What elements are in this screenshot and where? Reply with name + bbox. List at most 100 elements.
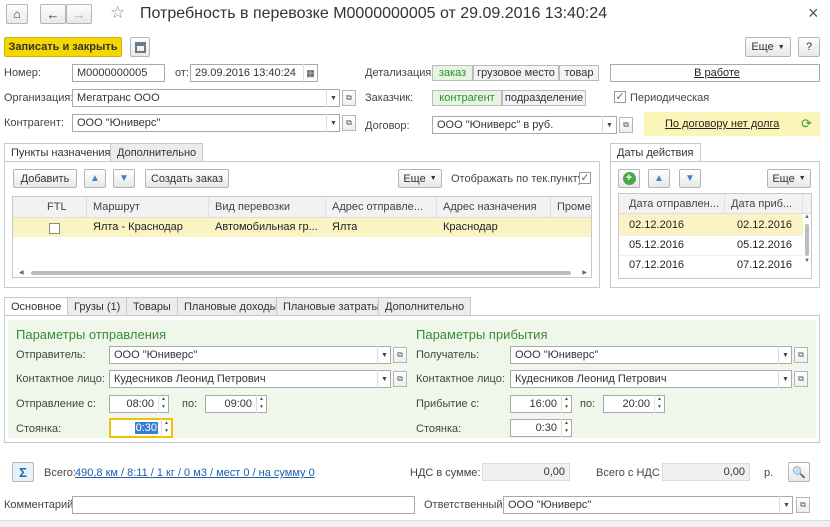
dates-vscrollbar[interactable]: ▲ ▼ <box>803 214 811 278</box>
detail-cargo-place[interactable]: грузовое место <box>473 65 559 81</box>
favorite-star-icon[interactable]: ☆ <box>110 3 125 23</box>
tab-points-extra[interactable]: Дополнительно <box>110 143 204 161</box>
save-button[interactable] <box>130 37 150 57</box>
customer-counterparty[interactable]: контрагент <box>432 90 502 106</box>
responsible-dropdown-icon[interactable]: ▼ <box>779 496 793 514</box>
col-from[interactable]: Адрес отправле... <box>326 197 437 217</box>
dep-from-spinner[interactable]: ▲ ▼ <box>158 395 168 413</box>
close-icon[interactable]: × <box>808 3 819 24</box>
floppy-icon <box>134 41 146 53</box>
row-kind: Автомобильная гр... <box>215 221 318 233</box>
tab-destinations[interactable]: Пункты назначения <box>4 143 118 162</box>
receiver-dropdown-icon[interactable]: ▼ <box>778 346 792 364</box>
contract-field[interactable]: ООО "Юниверс" в руб. <box>432 116 617 134</box>
total-vat-field: 0,00 <box>662 463 750 481</box>
org-field[interactable]: Мегатранс ООО <box>72 89 340 107</box>
col-kind[interactable]: Вид перевозки <box>209 197 326 217</box>
dates-more-button[interactable]: Еще ▼ <box>767 169 811 188</box>
points-more-button[interactable]: Еще ▼ <box>398 169 442 188</box>
col-arrival-date[interactable]: Дата приб... <box>725 194 803 214</box>
sender-open-icon[interactable]: ⧉ <box>393 347 407 363</box>
chevron-down-icon: ▼ <box>777 43 785 51</box>
org-dropdown-icon[interactable]: ▼ <box>326 89 340 107</box>
detail-goods[interactable]: товар <box>559 65 599 81</box>
help-button[interactable]: ? <box>798 37 820 57</box>
arr-from-spinner[interactable]: ▲ ▼ <box>561 395 571 413</box>
arrival-title: Параметры прибытия <box>416 327 548 342</box>
dates-down-button[interactable]: ▼ <box>679 169 701 188</box>
bottom-scrollbar[interactable] <box>0 520 830 527</box>
dep-stay-spinner[interactable]: ▲ ▼ <box>161 419 171 437</box>
show-current-checkbox[interactable]: ✓ <box>579 172 591 184</box>
plus-circle-icon: + <box>622 172 636 185</box>
more-button[interactable]: Еще ▼ <box>745 37 791 57</box>
col-to[interactable]: Адрес назначения <box>437 197 551 217</box>
org-open-icon[interactable]: ⧉ <box>342 90 356 106</box>
date-field[interactable]: 29.09.2016 13:40:24 <box>190 64 318 82</box>
move-up-button[interactable]: ▲ <box>84 169 106 188</box>
receiver-field[interactable]: ООО "Юниверс" <box>510 346 792 364</box>
date-dep-2: 05.12.2016 <box>629 239 685 251</box>
tab-extra[interactable]: Дополнительно <box>378 297 472 315</box>
arr-to-spinner[interactable]: ▲ ▼ <box>654 395 664 413</box>
arrow-down-icon: ▼ <box>685 173 695 184</box>
contract-dropdown-icon[interactable]: ▼ <box>602 116 616 134</box>
add-button[interactable]: Добавить <box>13 169 77 188</box>
receiver-open-icon[interactable]: ⧉ <box>794 347 808 363</box>
col-route[interactable]: Маршрут <box>87 197 209 217</box>
col-interim[interactable]: Проме <box>551 197 591 217</box>
debt-link[interactable]: По договору нет долга <box>665 118 779 130</box>
search-button[interactable]: 🔍 <box>788 462 810 482</box>
create-order-button[interactable]: Создать заказ <box>145 169 229 188</box>
calendar-icon[interactable]: ▦ <box>303 64 317 82</box>
dates-add-button[interactable]: + <box>618 169 640 188</box>
tab-goods[interactable]: Товары <box>126 297 178 315</box>
contract-open-icon[interactable]: ⧉ <box>619 117 633 133</box>
dep-contact-field[interactable]: Кудесников Леонид Петрович <box>109 370 391 388</box>
tab-cargo[interactable]: Грузы (1) <box>67 297 128 315</box>
arr-contact-field[interactable]: Кудесников Леонид Петрович <box>510 370 792 388</box>
status-field[interactable]: В работе <box>610 64 820 82</box>
arr-contact-dropdown-icon[interactable]: ▼ <box>778 370 792 388</box>
tab-dates[interactable]: Даты действия <box>610 143 701 162</box>
counterparty-open-icon[interactable]: ⧉ <box>342 115 356 131</box>
move-down-button[interactable]: ▼ <box>113 169 135 188</box>
save-close-button[interactable]: Записать и закрыть <box>4 37 122 57</box>
dep-to-spinner[interactable]: ▲ ▼ <box>256 395 266 413</box>
ftl-checkbox[interactable] <box>49 223 60 234</box>
counterparty-field[interactable]: ООО "Юниверс" <box>72 114 340 132</box>
dates-up-button[interactable]: ▲ <box>648 169 670 188</box>
number-field[interactable]: M0000000005 <box>72 64 165 82</box>
counterparty-dropdown-icon[interactable]: ▼ <box>326 114 340 132</box>
points-hscrollbar[interactable]: ◀ ▶ <box>19 270 587 276</box>
debt-banner: По договору нет долга ⟳ <box>644 112 820 136</box>
total-link[interactable]: 490,8 км / 8:11 / 1 кг / 0 м3 / мест 0 /… <box>75 465 315 481</box>
dep-contact-open-icon[interactable]: ⧉ <box>393 371 407 387</box>
chevron-down-icon: ▼ <box>429 175 437 182</box>
tab-planned-costs[interactable]: Плановые затраты <box>276 297 387 315</box>
back-button[interactable]: ← <box>40 4 66 24</box>
vat-label: НДС в сумме: <box>410 467 481 479</box>
sender-field[interactable]: ООО "Юниверс" <box>109 346 391 364</box>
responsible-open-icon[interactable]: ⧉ <box>796 497 810 513</box>
forward-button[interactable]: → <box>66 4 92 24</box>
refresh-icon[interactable]: ⟳ <box>801 116 812 132</box>
col-departure-date[interactable]: Дата отправлен... <box>619 194 725 214</box>
tab-main[interactable]: Основное <box>4 297 69 316</box>
detail-order[interactable]: заказ <box>432 65 473 81</box>
col-ftl[interactable]: FTL <box>13 197 87 217</box>
dep-stay-label: Стоянка: <box>16 423 62 435</box>
sum-button[interactable]: Σ <box>12 462 34 482</box>
tab-planned-income[interactable]: Плановые доходы <box>177 297 285 315</box>
sender-dropdown-icon[interactable]: ▼ <box>377 346 391 364</box>
responsible-field[interactable]: ООО "Юниверс" <box>503 496 793 514</box>
home-button[interactable]: ⌂ <box>6 4 28 24</box>
periodic-checkbox[interactable]: ✓ <box>614 91 626 103</box>
arr-contact-open-icon[interactable]: ⧉ <box>794 371 808 387</box>
dep-contact-dropdown-icon[interactable]: ▼ <box>377 370 391 388</box>
customer-division[interactable]: подразделение <box>502 90 586 106</box>
arr-stay-spinner[interactable]: ▲ ▼ <box>561 419 571 437</box>
date-dep-1: 02.12.2016 <box>629 219 685 231</box>
arr-to-label: по: <box>580 398 596 410</box>
comment-field[interactable] <box>72 496 415 514</box>
